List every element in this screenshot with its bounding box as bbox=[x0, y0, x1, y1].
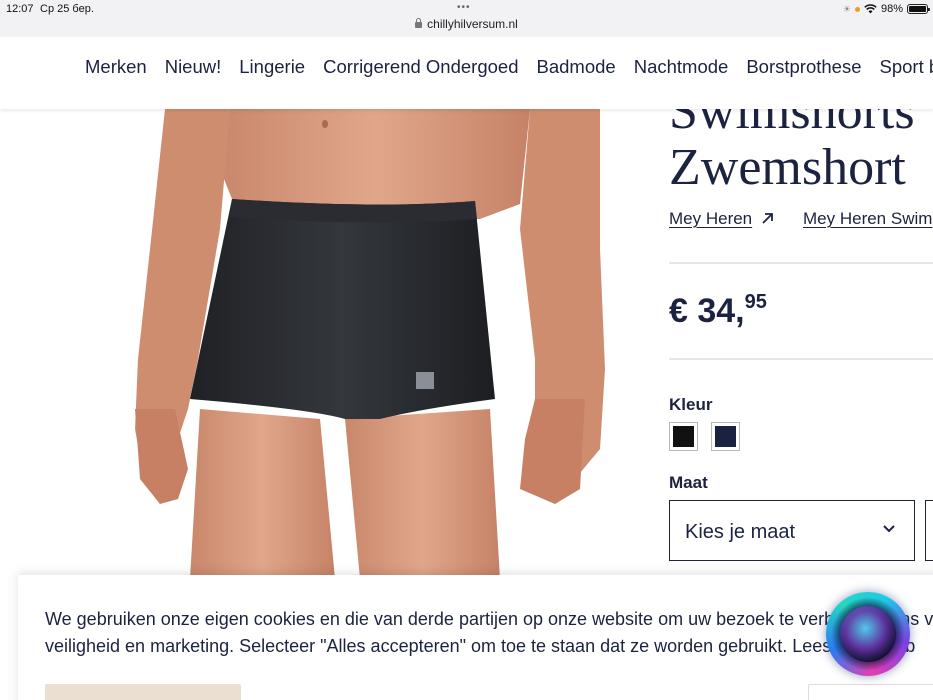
brand-link[interactable]: Mey Heren bbox=[669, 209, 752, 229]
battery-icon bbox=[907, 4, 930, 14]
url-text: chillyhilversum.nl bbox=[427, 17, 518, 31]
status-time: 12:07 bbox=[6, 3, 34, 15]
price-cents: 95 bbox=[744, 290, 767, 313]
size-select-value: Kies je maat bbox=[685, 521, 796, 543]
product-price: € 34,95 bbox=[669, 292, 767, 331]
wifi-icon bbox=[864, 4, 877, 14]
product-photo-illustration bbox=[135, 109, 605, 579]
accept-all-button[interactable] bbox=[45, 684, 241, 700]
nav-item-corrigerend-ondergoed[interactable]: Corrigerend Ondergoed bbox=[323, 56, 518, 78]
status-date: Ср 25 бер. bbox=[40, 3, 94, 15]
category-link[interactable]: Mey Heren Swim bbox=[803, 209, 932, 229]
cookie-text: We gebruiken onze eigen cookies en die v… bbox=[45, 606, 933, 660]
siri-core bbox=[840, 606, 896, 662]
cookie-text-line2: veiligheid en marketing. Selecteer "Alle… bbox=[45, 636, 916, 656]
siri-icon[interactable] bbox=[826, 592, 910, 676]
cookie-banner: We gebruiken onze eigen cookies en die v… bbox=[18, 575, 933, 700]
nav-item-nachtmode[interactable]: Nachtmode bbox=[634, 56, 729, 78]
price-main: € 34, bbox=[669, 292, 745, 330]
divider bbox=[669, 262, 933, 264]
nav-item-borstprothese[interactable]: Borstprothese bbox=[746, 56, 861, 78]
color-label: Kleur bbox=[669, 395, 713, 414]
nav-item-lingerie[interactable]: Lingerie bbox=[239, 56, 305, 78]
product-title-line2: Zwemshort bbox=[669, 139, 906, 196]
size-select[interactable]: Kies je maat bbox=[669, 500, 915, 561]
chevron-down-icon bbox=[883, 525, 895, 533]
external-arrow-icon bbox=[762, 213, 773, 224]
brightness-icon: ☀ bbox=[842, 3, 851, 14]
swatch-color bbox=[673, 426, 694, 447]
address-bar[interactable]: chillyhilversum.nl bbox=[0, 17, 933, 31]
nav-item-merken[interactable]: Merken bbox=[85, 56, 147, 78]
lock-icon bbox=[415, 18, 423, 28]
swatch-color bbox=[715, 426, 736, 447]
status-bar: 12:07 Ср 25 бер. ••• chillyhilversum.nl … bbox=[0, 0, 933, 37]
battery-fill bbox=[909, 6, 926, 12]
size-guide-button[interactable] bbox=[925, 500, 933, 561]
main-nav: Merken Nieuw! Lingerie Corrigerend Ondergoe… bbox=[85, 56, 933, 78]
mic-indicator-icon bbox=[854, 6, 860, 12]
size-label: Maat bbox=[669, 473, 708, 492]
battery-percent: 98% bbox=[880, 3, 903, 15]
cookie-text-line1: We gebruiken onze eigen cookies en die v… bbox=[45, 609, 933, 629]
more-dots-icon[interactable]: ••• bbox=[457, 2, 471, 13]
site-header: Merken Nieuw! Lingerie Corrigerend Ondergoe… bbox=[0, 37, 933, 109]
divider bbox=[669, 358, 933, 360]
cookie-settings-button[interactable] bbox=[808, 684, 933, 700]
nav-item-sport-bh[interactable]: Sport bh bbox=[880, 56, 933, 78]
nav-item-badmode[interactable]: Badmode bbox=[537, 56, 616, 78]
status-indicators: ☀ 98% bbox=[842, 3, 930, 15]
color-swatch-zwart[interactable] bbox=[669, 422, 698, 451]
nav-item-nieuw[interactable]: Nieuw! bbox=[165, 56, 222, 78]
product-image[interactable] bbox=[80, 109, 625, 579]
color-swatch-navy[interactable] bbox=[711, 422, 740, 451]
